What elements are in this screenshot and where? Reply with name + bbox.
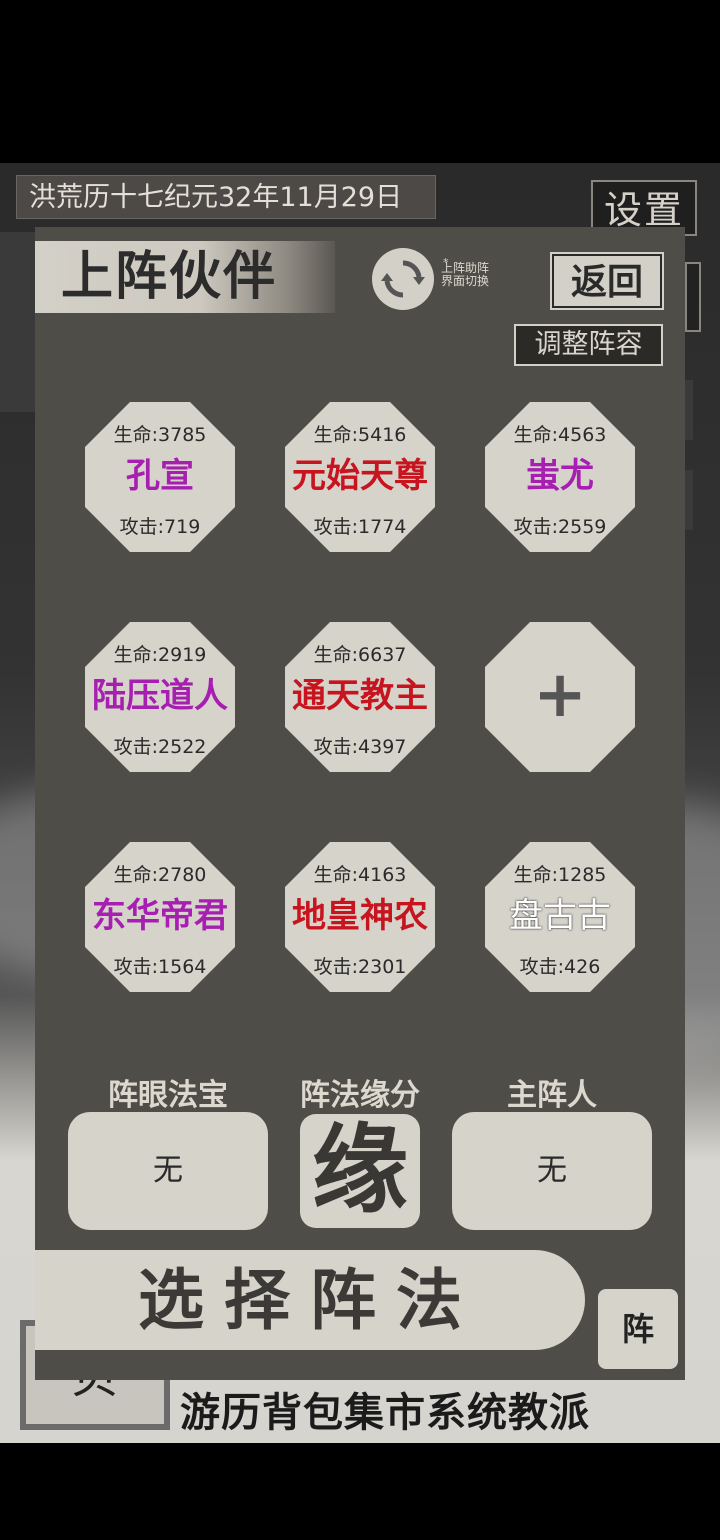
switch-view-button[interactable] — [372, 248, 434, 310]
adjust-lineup-button[interactable]: 调整阵容 — [514, 324, 663, 366]
partner-card[interactable]: 生命:6637 通天教主 攻击:4397 — [285, 622, 435, 772]
partner-name: 盘古古 — [509, 896, 611, 936]
treasure-slot[interactable]: 无 — [68, 1112, 268, 1230]
note-line: 界面切换 — [441, 274, 490, 288]
master-slot[interactable]: 无 — [452, 1112, 652, 1230]
partner-name: 孔宣 — [126, 456, 194, 496]
note-star: * — [443, 256, 449, 269]
bond-button[interactable]: 缘 — [300, 1114, 420, 1228]
partner-card[interactable]: 生命:5416 元始天尊 攻击:1774 — [285, 402, 435, 552]
partner-name: 陆压道人 — [92, 676, 228, 716]
bond-label: 阵法缘分 — [300, 1078, 420, 1113]
partner-name: 蚩尤 — [526, 456, 594, 496]
refresh-icon — [381, 260, 425, 298]
partner-name: 元始天尊 — [292, 456, 428, 496]
switch-view-note: * 上阵助阵 界面切换 — [441, 256, 531, 288]
partner-card[interactable]: 生命:2919 陆压道人 攻击:2522 — [85, 622, 235, 772]
master-label: 主阵人 — [507, 1078, 597, 1113]
background-side-bar — [685, 380, 693, 440]
partner-card[interactable]: 生命:4163 地皇神农 攻击:2301 — [285, 842, 435, 992]
partner-card[interactable]: 生命:2780 东华帝君 攻击:1564 — [85, 842, 235, 992]
select-formation-button[interactable]: 选择阵法 — [35, 1250, 585, 1350]
treasure-label: 阵眼法宝 — [108, 1078, 228, 1113]
background-side-bar — [685, 470, 693, 530]
plus-icon: + — [533, 658, 587, 732]
partner-name: 东华帝君 — [92, 896, 228, 936]
back-button[interactable]: 返回 — [552, 254, 662, 308]
partner-name: 通天教主 — [292, 676, 428, 716]
partner-card[interactable]: 生命:1285 盘古古 攻击:426 — [485, 842, 635, 992]
game-date: 洪荒历十七纪元32年11月29日 — [16, 175, 436, 219]
background-bottom-tabs: 游历背包集市系统教派 — [180, 1389, 590, 1436]
add-partner-slot[interactable]: + — [485, 622, 635, 772]
background-side-menu — [0, 232, 40, 412]
background-side-button — [685, 262, 701, 332]
formation-button[interactable]: 阵 — [598, 1289, 678, 1369]
partner-name: 地皇神农 — [292, 896, 428, 936]
partner-card[interactable]: 生命:4563 蚩尤 攻击:2559 — [485, 402, 635, 552]
panel-title: 上阵伙伴 — [35, 241, 335, 313]
partner-card[interactable]: 生命:3785 孔宣 攻击:719 — [85, 402, 235, 552]
